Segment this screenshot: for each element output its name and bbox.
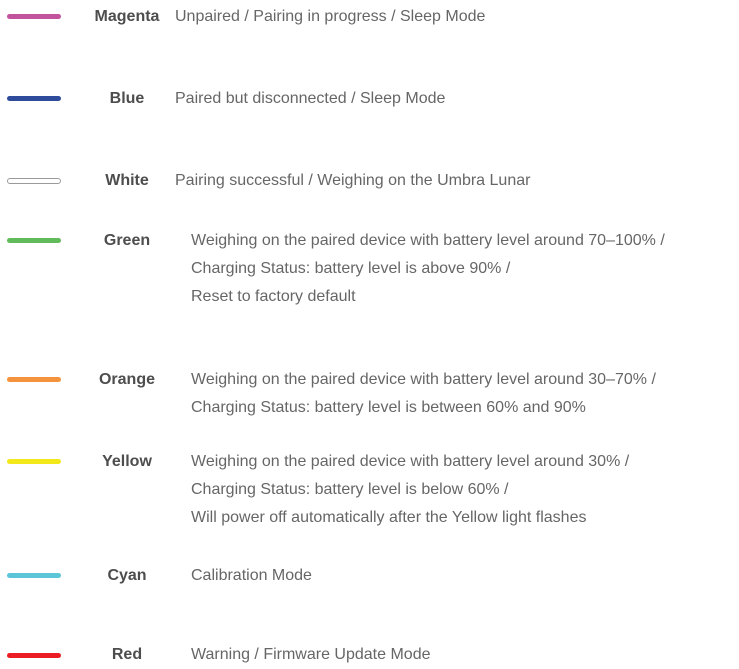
- color-name: Blue: [109, 90, 145, 107]
- color-swatch: [7, 238, 61, 243]
- description-line: Warning / Firmware Update Mode: [191, 646, 431, 663]
- color-swatch: [7, 459, 61, 464]
- description-line: Weighing on the paired device with batte…: [191, 371, 656, 388]
- color-name: Green: [103, 232, 151, 249]
- description-line: Pairing successful / Weighing on the Umb…: [175, 172, 531, 189]
- description-line: Reset to factory default: [191, 288, 356, 305]
- description-line: Charging Status: battery level is betwee…: [191, 399, 586, 416]
- color-name: White: [105, 172, 149, 189]
- color-swatch: [7, 653, 61, 658]
- color-description: Weighing on the paired device with batte…: [191, 448, 629, 532]
- color-description: Warning / Firmware Update Mode: [191, 641, 431, 669]
- description-line: Will power off automatically after the Y…: [191, 509, 587, 526]
- color-swatch: [7, 96, 61, 101]
- color-swatch: [7, 377, 61, 382]
- description-line: Paired but disconnected / Sleep Mode: [175, 90, 446, 107]
- description-line: Calibration Mode: [191, 567, 312, 584]
- color-description: Paired but disconnected / Sleep Mode: [175, 85, 445, 113]
- description-line: Weighing on the paired device with batte…: [191, 232, 665, 249]
- color-description: Pairing successful / Weighing on the Umb…: [175, 167, 530, 195]
- color-swatch: [7, 178, 61, 184]
- color-name: Magenta: [94, 8, 160, 25]
- description-line: Unpaired / Pairing in progress / Sleep M…: [175, 8, 486, 25]
- color-description: Weighing on the paired device with batte…: [191, 227, 665, 311]
- description-line: Charging Status: battery level is below …: [191, 481, 509, 498]
- color-swatch: [7, 14, 61, 19]
- color-name: Yellow: [102, 453, 152, 470]
- color-swatch: [7, 573, 61, 578]
- color-name: Orange: [98, 371, 155, 388]
- description-line: Weighing on the paired device with batte…: [191, 453, 630, 470]
- color-name: Red: [111, 646, 143, 663]
- color-description: Calibration Mode: [191, 562, 312, 590]
- description-line: Charging Status: battery level is above …: [191, 260, 511, 277]
- color-description: Weighing on the paired device with batte…: [191, 366, 656, 422]
- color-name: Cyan: [107, 567, 147, 584]
- color-description: Unpaired / Pairing in progress / Sleep M…: [175, 3, 485, 31]
